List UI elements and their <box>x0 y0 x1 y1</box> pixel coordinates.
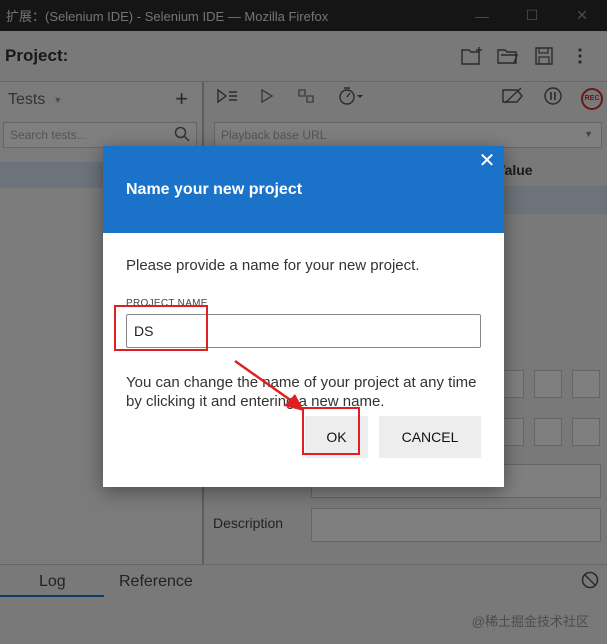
dialog-title: Name your new project <box>126 181 303 198</box>
dialog-header: Name your new project ✕ <box>103 146 504 233</box>
cancel-button[interactable]: CANCEL <box>379 416 481 458</box>
highlight-project-name <box>114 305 208 351</box>
dialog-hint: You can change the name of your project … <box>126 374 477 410</box>
close-icon[interactable]: ✕ <box>478 151 496 171</box>
highlight-ok-button <box>302 407 360 455</box>
dialog-prompt: Please provide a name for your new proje… <box>126 257 420 274</box>
